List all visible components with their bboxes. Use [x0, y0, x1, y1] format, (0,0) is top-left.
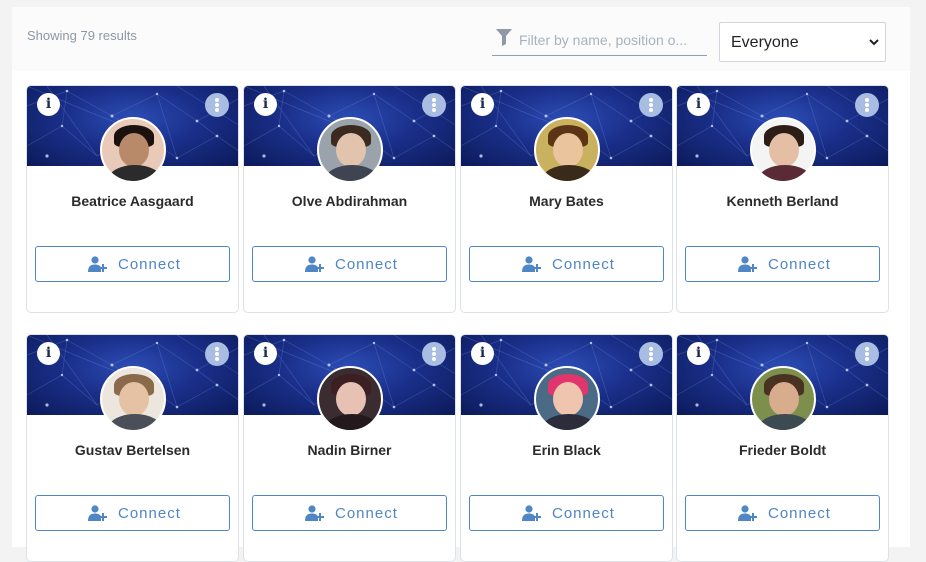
add-user-icon: [305, 256, 324, 272]
connect-button[interactable]: Connect: [469, 495, 664, 531]
info-icon[interactable]: i: [687, 342, 710, 365]
avatar-face: [553, 133, 583, 167]
audience-select-value: Everyone: [731, 34, 799, 51]
avatar-body: [758, 165, 812, 181]
person-name: Mary Bates: [529, 193, 604, 209]
info-icon[interactable]: i: [37, 342, 60, 365]
avatar: [534, 117, 600, 183]
avatar-body: [542, 165, 596, 181]
connect-button[interactable]: Connect: [35, 246, 230, 282]
connect-label: Connect: [118, 256, 181, 273]
connect-button[interactable]: Connect: [252, 246, 447, 282]
avatar-body: [542, 414, 596, 430]
avatar-face: [336, 133, 366, 167]
connect-button[interactable]: Connect: [685, 246, 880, 282]
add-user-icon: [305, 505, 324, 521]
connect-label: Connect: [552, 505, 615, 522]
audience-select[interactable]: Everyone: [719, 22, 886, 62]
person-card: i Beatrice Aasgaard Connect: [26, 85, 239, 313]
person-card: i Mary Bates Connect: [460, 85, 673, 313]
add-user-icon: [522, 505, 541, 521]
person-name: Gustav Bertelsen: [74, 442, 191, 458]
person-card: i Nadin Birner Connect: [243, 334, 456, 562]
person-card: i Gustav Bertelsen Connect: [26, 334, 239, 562]
connect-label: Connect: [335, 505, 398, 522]
more-vertical-icon[interactable]: [855, 342, 879, 366]
info-icon[interactable]: i: [471, 93, 494, 116]
avatar-face: [119, 133, 149, 167]
more-vertical-icon[interactable]: [855, 93, 879, 117]
person-card: i Olve Abdirahman Connect: [243, 85, 456, 313]
avatar: [534, 366, 600, 432]
avatar-face: [553, 382, 583, 416]
avatar-body: [758, 414, 812, 430]
person-name: Erin Black: [532, 442, 601, 458]
person-name: Kenneth Berland: [726, 193, 839, 209]
avatar-body: [325, 165, 379, 181]
avatar-body: [325, 414, 379, 430]
connect-label: Connect: [552, 256, 615, 273]
more-vertical-icon[interactable]: [639, 93, 663, 117]
avatar-face: [119, 382, 149, 416]
avatar-body: [108, 165, 162, 181]
connect-label: Connect: [335, 256, 398, 273]
filter-field[interactable]: [492, 25, 707, 56]
avatar-face: [769, 133, 799, 167]
avatar: [100, 366, 166, 432]
filter-input[interactable]: [519, 27, 705, 53]
person-name: Frieder Boldt: [738, 442, 827, 458]
connect-label: Connect: [768, 256, 831, 273]
info-icon[interactable]: i: [37, 93, 60, 116]
avatar-face: [769, 382, 799, 416]
avatar: [317, 366, 383, 432]
avatar: [317, 117, 383, 183]
add-user-icon: [522, 256, 541, 272]
more-vertical-icon[interactable]: [205, 342, 229, 366]
more-vertical-icon[interactable]: [422, 342, 446, 366]
avatar-face: [336, 382, 366, 416]
person-card: i Kenneth Berland Connect: [676, 85, 889, 313]
more-vertical-icon[interactable]: [205, 93, 229, 117]
person-name: Nadin Birner: [307, 442, 392, 458]
more-vertical-icon[interactable]: [422, 93, 446, 117]
connect-button[interactable]: Connect: [469, 246, 664, 282]
avatar: [750, 366, 816, 432]
more-vertical-icon[interactable]: [639, 342, 663, 366]
connect-button[interactable]: Connect: [685, 495, 880, 531]
info-icon[interactable]: i: [687, 93, 710, 116]
person-card: i Frieder Boldt Connect: [676, 334, 889, 562]
connect-button[interactable]: Connect: [252, 495, 447, 531]
connect-label: Connect: [768, 505, 831, 522]
add-user-icon: [88, 505, 107, 521]
avatar: [750, 117, 816, 183]
person-name: Olve Abdirahman: [291, 193, 408, 209]
add-user-icon: [738, 505, 757, 521]
chevron-down-icon: [869, 39, 879, 46]
connect-button[interactable]: Connect: [35, 495, 230, 531]
add-user-icon: [738, 256, 757, 272]
add-user-icon: [88, 256, 107, 272]
info-icon[interactable]: i: [471, 342, 494, 365]
results-count: Showing 79 results: [27, 28, 137, 43]
person-card: i Erin Black Connect: [460, 334, 673, 562]
avatar: [100, 117, 166, 183]
connect-label: Connect: [118, 505, 181, 522]
person-name: Beatrice Aasgaard: [71, 193, 194, 209]
avatar-body: [108, 414, 162, 430]
info-icon[interactable]: i: [254, 93, 277, 116]
info-icon[interactable]: i: [254, 342, 277, 365]
funnel-icon: [496, 29, 512, 46]
